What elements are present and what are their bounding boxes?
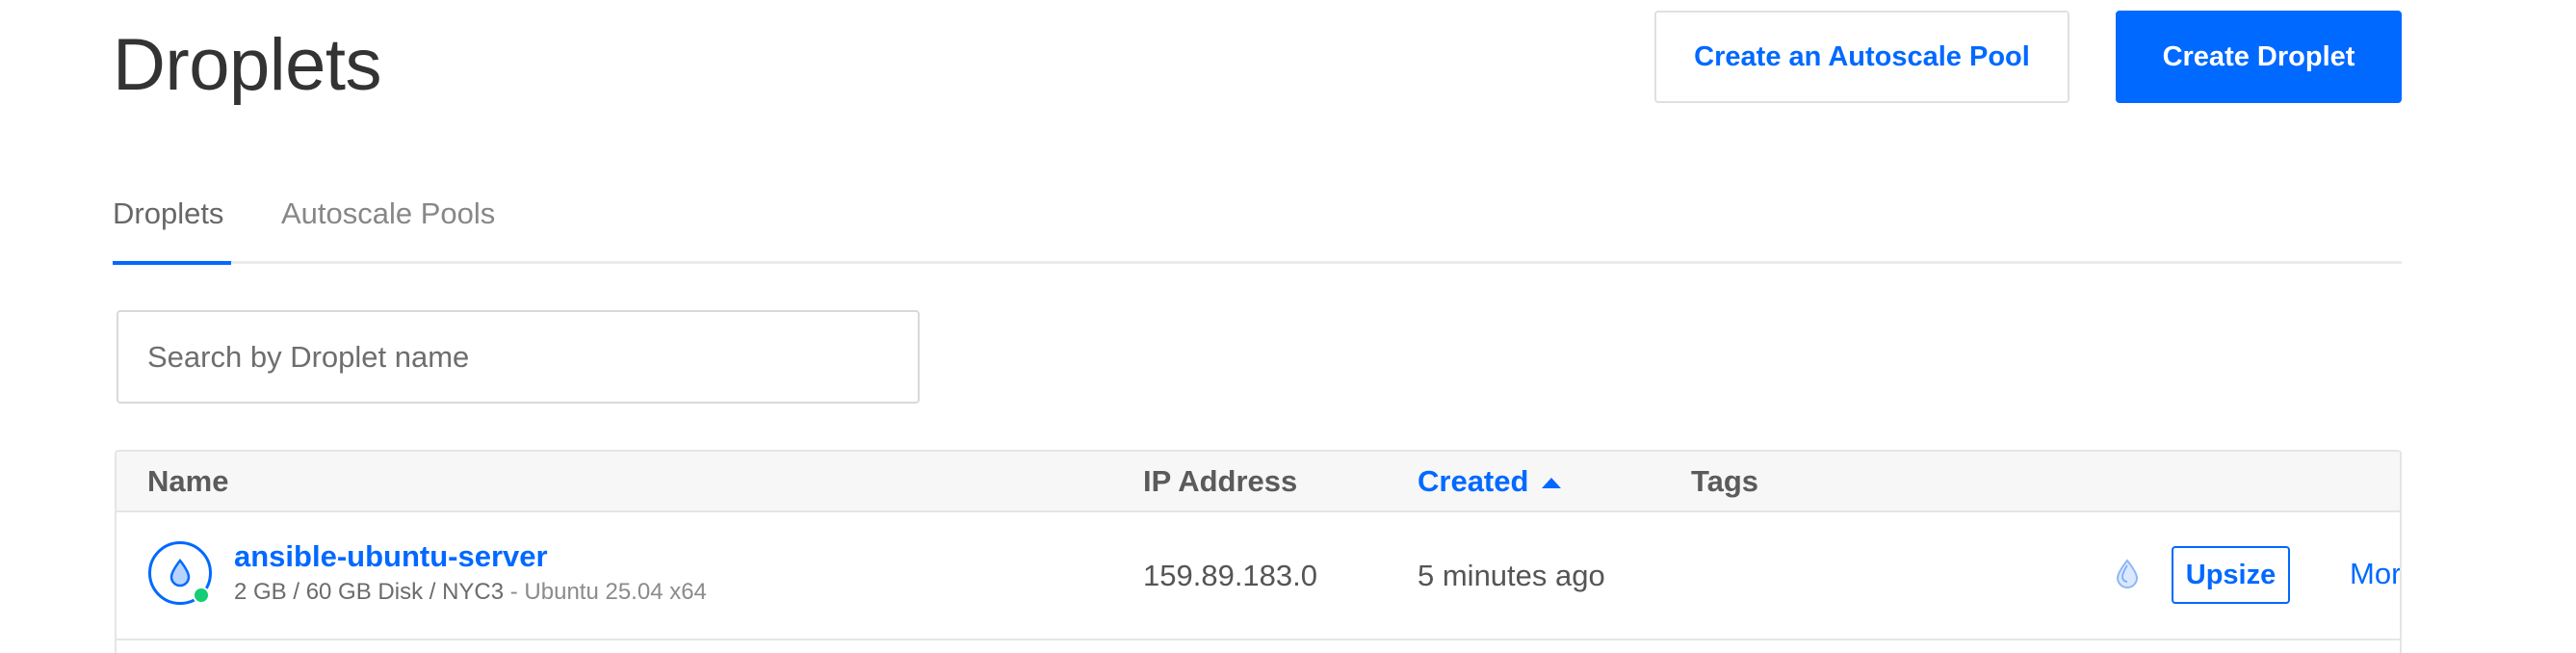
droplets-table: Name IP Address Created Tags ansible-ubu…: [115, 450, 2402, 653]
droplet-ip: 159.89.183.0: [1143, 559, 1318, 592]
column-header-name[interactable]: Name: [147, 464, 228, 499]
tab-bar: Droplets Autoscale Pools: [113, 189, 2402, 265]
droplet-size: 2 GB / 60 GB Disk / NYC3: [234, 579, 505, 605]
column-header-created-label: Created: [1418, 464, 1529, 498]
tab-droplets[interactable]: Droplets: [113, 189, 231, 265]
status-indicator: [193, 587, 210, 604]
page-title: Droplets: [113, 24, 382, 106]
more-label: More: [2350, 557, 2402, 590]
droplet-outline-icon[interactable]: [2112, 557, 2145, 596]
tab-autoscale-pools[interactable]: Autoscale Pools: [281, 189, 495, 264]
column-header-tags[interactable]: Tags: [1691, 464, 1758, 499]
droplet-os: - Ubuntu 25.04 x64: [504, 579, 707, 605]
column-header-ip-address[interactable]: IP Address: [1143, 464, 1297, 499]
droplet-name-link[interactable]: ansible-ubuntu-server: [234, 539, 548, 574]
droplet-created: 5 minutes ago: [1418, 559, 1605, 592]
sort-ascending-icon: [1542, 477, 1562, 488]
create-autoscale-pool-button[interactable]: Create an Autoscale Pool: [1654, 11, 2069, 103]
column-header-created[interactable]: Created: [1418, 464, 1562, 499]
more-menu-button[interactable]: More: [2350, 557, 2402, 591]
table-row: ansible-ubuntu-server 2 GB / 60 GB Disk …: [117, 512, 2400, 640]
search-input[interactable]: [117, 310, 920, 404]
droplet-specs: 2 GB / 60 GB Disk / NYC3 - Ubuntu 25.04 …: [234, 579, 707, 606]
upsize-button[interactable]: Upsize: [2172, 546, 2290, 604]
create-droplet-button[interactable]: Create Droplet: [2116, 11, 2402, 103]
table-header: Name IP Address Created Tags: [117, 452, 2400, 512]
